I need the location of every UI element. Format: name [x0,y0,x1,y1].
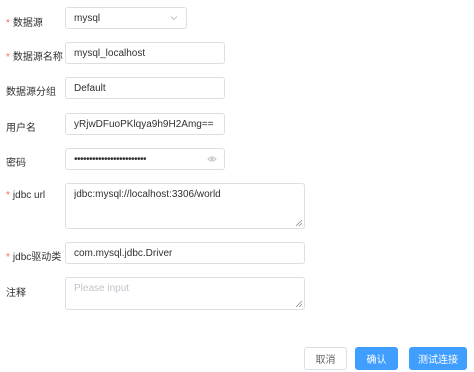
datasource-label: * 数据源 [6,18,43,29]
resize-handle-icon[interactable] [296,220,302,226]
username-label: 用户名 [6,123,36,134]
confirm-button[interactable]: 确认 [355,347,398,370]
remarks-textarea[interactable]: Please input [65,277,305,310]
password-label: 密码 [6,158,26,169]
jdbc-url-label: * jdbc url [6,190,46,201]
jdbc-url-textarea[interactable]: jdbc:mysql://localhost:3306/world [65,183,305,229]
chevron-down-icon [170,16,178,21]
datasource-name-label: * 数据源名称 [6,52,63,63]
required-asterisk: * [6,52,10,63]
jdbc-driver-input[interactable]: com.mysql.jdbc.Driver [65,242,305,264]
datasource-name-value: mysql_localhost [74,47,146,59]
datasource-select-value: mysql [74,12,101,24]
datasource-select[interactable]: mysql [65,7,187,29]
jdbc-driver-value: com.mysql.jdbc.Driver [74,247,173,259]
remarks-placeholder: Please input [74,283,130,294]
jdbc-driver-label: * jdbc驱动类 [6,252,62,263]
test-connection-button[interactable]: 测试连接 [409,347,467,370]
username-value: yRjwDFuoPKlqya9h9H2Amg== [74,118,214,130]
required-asterisk: * [6,190,10,201]
remarks-label: 注释 [6,288,26,299]
datasource-group-input[interactable]: Default [65,77,225,99]
datasource-group-label: 数据源分组 [6,87,56,98]
jdbc-url-value: jdbc:mysql://localhost:3306/world [74,189,221,200]
required-asterisk: * [6,18,10,29]
required-asterisk: * [6,252,10,263]
password-value: •••••••••••••••••••••••• [74,153,147,165]
eye-icon[interactable] [207,154,217,164]
cancel-button[interactable]: 取消 [304,347,347,370]
datasource-name-input[interactable]: mysql_localhost [65,42,225,64]
username-input[interactable]: yRjwDFuoPKlqya9h9H2Amg== [65,113,225,135]
password-input[interactable]: •••••••••••••••••••••••• [65,148,225,170]
resize-handle-icon[interactable] [296,301,302,307]
datasource-group-value: Default [74,82,106,94]
